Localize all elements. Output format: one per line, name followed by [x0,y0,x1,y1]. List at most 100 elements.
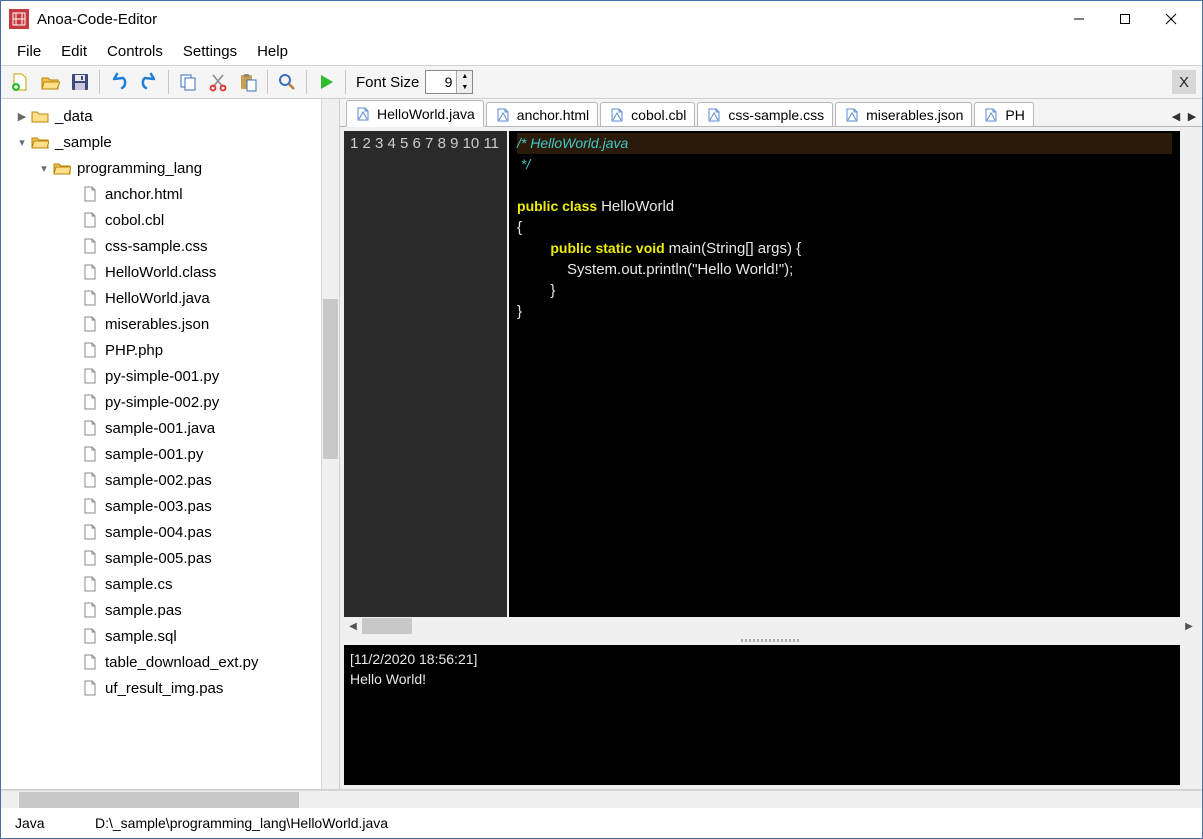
paste-button[interactable] [234,68,262,96]
tree-label: PHP.php [105,342,163,359]
menu-edit[interactable]: Edit [51,40,97,63]
tree-file[interactable]: sample-005.pas [1,545,321,571]
tree-label: sample.sql [105,628,177,645]
app-icon [9,9,29,29]
menu-bar: File Edit Controls Settings Help [1,37,1202,65]
tree-folder-programming-lang[interactable]: ▾ programming_lang [1,155,321,181]
tree-file[interactable]: miserables.json [1,311,321,337]
tree-label: miserables.json [105,316,209,333]
status-bar: Java D:\_sample\programming_lang\HelloWo… [1,808,1202,838]
expand-icon[interactable]: ▶ [15,110,29,123]
sidebar-hscroll[interactable] [1,790,1202,808]
folder-open-icon [31,133,49,151]
tree-file[interactable]: HelloWorld.class [1,259,321,285]
collapse-icon[interactable]: ▾ [15,136,29,149]
maximize-button[interactable] [1102,4,1148,34]
tree-folder-sample[interactable]: ▾_sample [1,129,321,155]
copy-button[interactable] [174,68,202,96]
tree-file[interactable]: py-simple-001.py [1,363,321,389]
search-button[interactable] [273,68,301,96]
undo-button[interactable] [105,68,133,96]
tree-label: sample-003.pas [105,498,212,515]
sidebar-scrollbar[interactable] [321,99,339,789]
tab-file-icon [609,107,625,123]
cut-button[interactable] [204,68,232,96]
file-icon [81,653,99,671]
editor-tab[interactable]: anchor.html [486,102,598,126]
tree-file[interactable]: cobol.cbl [1,207,321,233]
editor-tab[interactable]: HelloWorld.java [346,100,484,127]
tab-scroll-left[interactable]: ◀ [1168,106,1184,126]
tree-file[interactable]: sample-001.java [1,415,321,441]
panel-close-button[interactable]: X [1172,70,1196,94]
editor-tab[interactable]: css-sample.css [697,102,833,126]
code-content[interactable]: /* HelloWorld.java */ public class Hello… [509,131,1180,617]
tree-file[interactable]: PHP.php [1,337,321,363]
toolbar: Font Size ▲ ▼ X [1,65,1202,99]
editor-vscroll[interactable] [1180,131,1198,617]
file-icon [81,263,99,281]
tree-file[interactable]: sample.sql [1,623,321,649]
font-size-input[interactable] [426,74,456,90]
tree-folder-data[interactable]: ▶_data [1,103,321,129]
tab-strip: HelloWorld.javaanchor.htmlcobol.cbl css-s… [340,99,1202,127]
editor-hscroll[interactable]: ◀ ▶ [344,617,1198,635]
tree-label: py-simple-001.py [105,368,219,385]
tree-file[interactable]: anchor.html [1,181,321,207]
tree-label: programming_lang [77,160,202,177]
menu-file[interactable]: File [7,40,51,63]
collapse-icon[interactable]: ▾ [37,162,51,175]
new-file-button[interactable] [6,68,34,96]
menu-controls[interactable]: Controls [97,40,173,63]
tree-label: HelloWorld.class [105,264,216,281]
console-vscroll[interactable] [1180,645,1198,785]
file-icon [81,211,99,229]
tree-file[interactable]: sample-003.pas [1,493,321,519]
tree-label: HelloWorld.java [105,290,210,307]
tree-file[interactable]: uf_result_img.pas [1,675,321,701]
tab-scroll-right[interactable]: ▶ [1184,106,1200,126]
code-editor[interactable]: 1 2 3 4 5 6 7 8 9 10 11 /* HelloWorld.ja… [344,131,1198,617]
console-line: Hello World! [350,669,1192,689]
content-area: HelloWorld.javaanchor.htmlcobol.cbl css-s… [340,99,1202,789]
tree-file[interactable]: HelloWorld.java [1,285,321,311]
folder-open-icon [53,159,71,177]
tree-label: sample-001.py [105,446,203,463]
minimize-button[interactable] [1056,4,1102,34]
console-output[interactable]: [11/2/2020 18:56:21] Hello World! [344,645,1198,785]
file-icon [81,237,99,255]
editor-tab[interactable]: cobol.cbl [600,102,695,126]
tab-label: PH [1005,107,1024,123]
menu-help[interactable]: Help [247,40,298,63]
tree-label: sample-005.pas [105,550,212,567]
font-size-up[interactable]: ▲ [457,71,472,82]
font-size-down[interactable]: ▼ [457,82,472,93]
tree-file[interactable]: sample.cs [1,571,321,597]
hscroll-right[interactable]: ▶ [1180,617,1198,635]
font-size-label: Font Size [356,74,419,91]
tab-file-icon [706,107,722,123]
hscroll-left[interactable]: ◀ [344,617,362,635]
tree-file[interactable]: sample-004.pas [1,519,321,545]
tree-file[interactable]: sample-002.pas [1,467,321,493]
editor-tab[interactable]: miserables.json [835,102,972,126]
main-area: ▶_data▾_sample▾programming_langanchor.ht… [1,99,1202,790]
font-size-spinner[interactable]: ▲ ▼ [425,70,473,94]
editor-tab[interactable]: PH [974,102,1033,126]
close-button[interactable] [1148,4,1194,34]
menu-settings[interactable]: Settings [173,40,247,63]
file-icon [81,575,99,593]
tab-label: css-sample.css [728,107,824,123]
tree-file[interactable]: sample.pas [1,597,321,623]
run-button[interactable] [312,68,340,96]
tab-file-icon [495,107,511,123]
file-icon [81,185,99,203]
tree-file[interactable]: py-simple-002.py [1,389,321,415]
tree-file[interactable]: table_download_ext.py [1,649,321,675]
open-file-button[interactable] [36,68,64,96]
save-button[interactable] [66,68,94,96]
tree-file[interactable]: sample-001.py [1,441,321,467]
tree-file[interactable]: css-sample.css [1,233,321,259]
splitter[interactable] [344,637,1198,643]
redo-button[interactable] [135,68,163,96]
